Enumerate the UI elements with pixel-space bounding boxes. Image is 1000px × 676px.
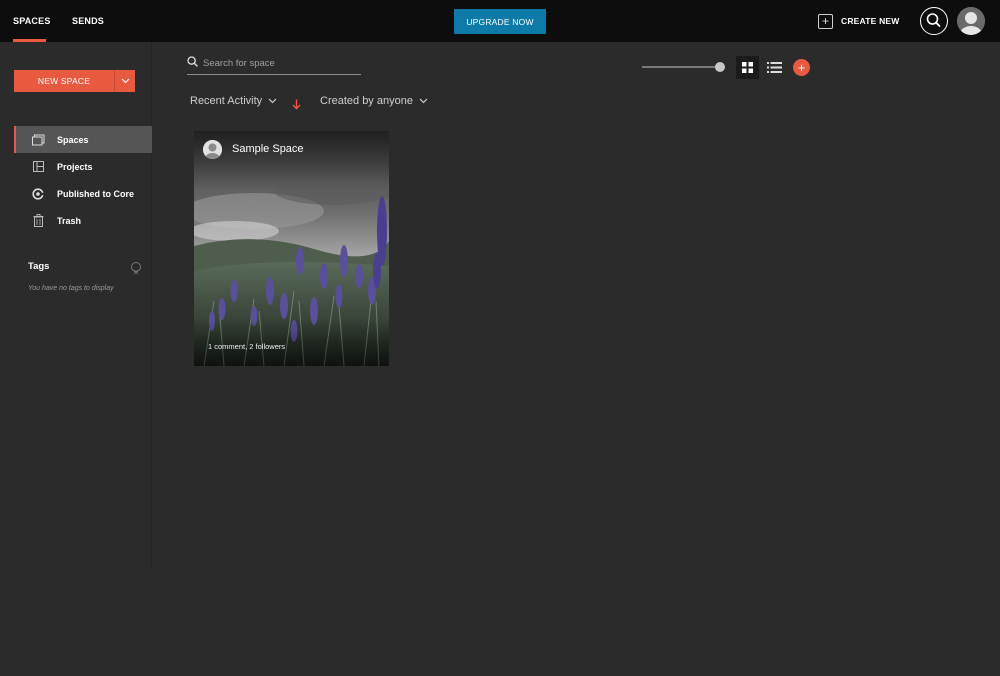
new-space-split-button: NEW SPACE (14, 70, 135, 92)
plus-icon: + (797, 60, 806, 75)
sidebar-item-trash[interactable]: Trash (14, 207, 152, 234)
close-icon (133, 269, 139, 275)
tab-sends[interactable]: SENDS (72, 0, 104, 42)
top-bar: SPACES SENDS UPGRADE NOW + CREATE NEW (0, 0, 1000, 42)
list-view-button[interactable] (763, 56, 786, 79)
sidebar-item-label: Trash (57, 215, 82, 226)
arrow-down-icon (292, 99, 301, 110)
user-avatar[interactable] (957, 7, 985, 35)
card-meta: 1 comment, 2 followers (208, 342, 286, 351)
creator-filter-label: Created by anyone (320, 95, 413, 107)
global-search-button[interactable] (920, 7, 948, 35)
tab-spaces[interactable]: SPACES (13, 0, 50, 42)
create-new-label: CREATE NEW (841, 16, 900, 26)
sidebar-item-label: Spaces (57, 134, 89, 145)
sidebar (0, 42, 152, 570)
search-input[interactable] (203, 56, 353, 71)
new-space-dropdown-toggle[interactable] (114, 70, 135, 92)
grid-view-button[interactable] (736, 56, 759, 79)
sidebar-item-label: Published to Core (57, 188, 135, 199)
zoom-slider[interactable] (642, 66, 720, 68)
sort-activity-dropdown[interactable]: Recent Activity (190, 95, 277, 107)
user-silhouette-icon (203, 140, 222, 159)
creator-filter-dropdown[interactable]: Created by anyone (320, 95, 428, 107)
tags-heading: Tags (28, 261, 50, 272)
add-space-button[interactable]: + (793, 59, 810, 76)
new-space-button[interactable]: NEW SPACE (14, 70, 114, 92)
plus-icon: + (818, 13, 833, 29)
sort-direction-button[interactable] (292, 97, 301, 115)
sort-activity-label: Recent Activity (190, 95, 263, 107)
spaces-icon (31, 133, 45, 147)
sidebar-item-published-to-core[interactable]: Published to Core (14, 180, 152, 207)
space-card[interactable]: Sample Space 1 comment, 2 followers (194, 131, 389, 366)
zoom-slider-handle[interactable] (715, 62, 725, 72)
chevron-down-icon (419, 98, 428, 104)
chevron-down-icon (121, 78, 129, 84)
card-owner-avatar (203, 140, 222, 159)
sidebar-item-spaces[interactable]: Spaces (14, 126, 152, 153)
sidebar-item-label: Projects (57, 161, 93, 172)
space-thumbnail-image (194, 131, 389, 366)
upgrade-now-button[interactable]: UPGRADE NOW (454, 9, 546, 34)
trash-icon (31, 214, 45, 228)
core-icon (31, 187, 45, 201)
user-silhouette-icon (957, 7, 985, 35)
list-icon (767, 62, 782, 73)
tags-clear-button[interactable] (131, 262, 141, 275)
chevron-down-icon (268, 98, 277, 104)
search-icon (187, 56, 198, 67)
create-new-button[interactable]: + CREATE NEW (818, 12, 900, 30)
grid-icon (742, 62, 753, 73)
search-icon (926, 13, 941, 27)
sidebar-item-projects[interactable]: Projects (14, 153, 152, 180)
projects-icon (31, 160, 45, 174)
space-search (187, 53, 361, 75)
card-title: Sample Space (232, 143, 304, 155)
tags-empty-message: You have no tags to display (28, 285, 114, 292)
